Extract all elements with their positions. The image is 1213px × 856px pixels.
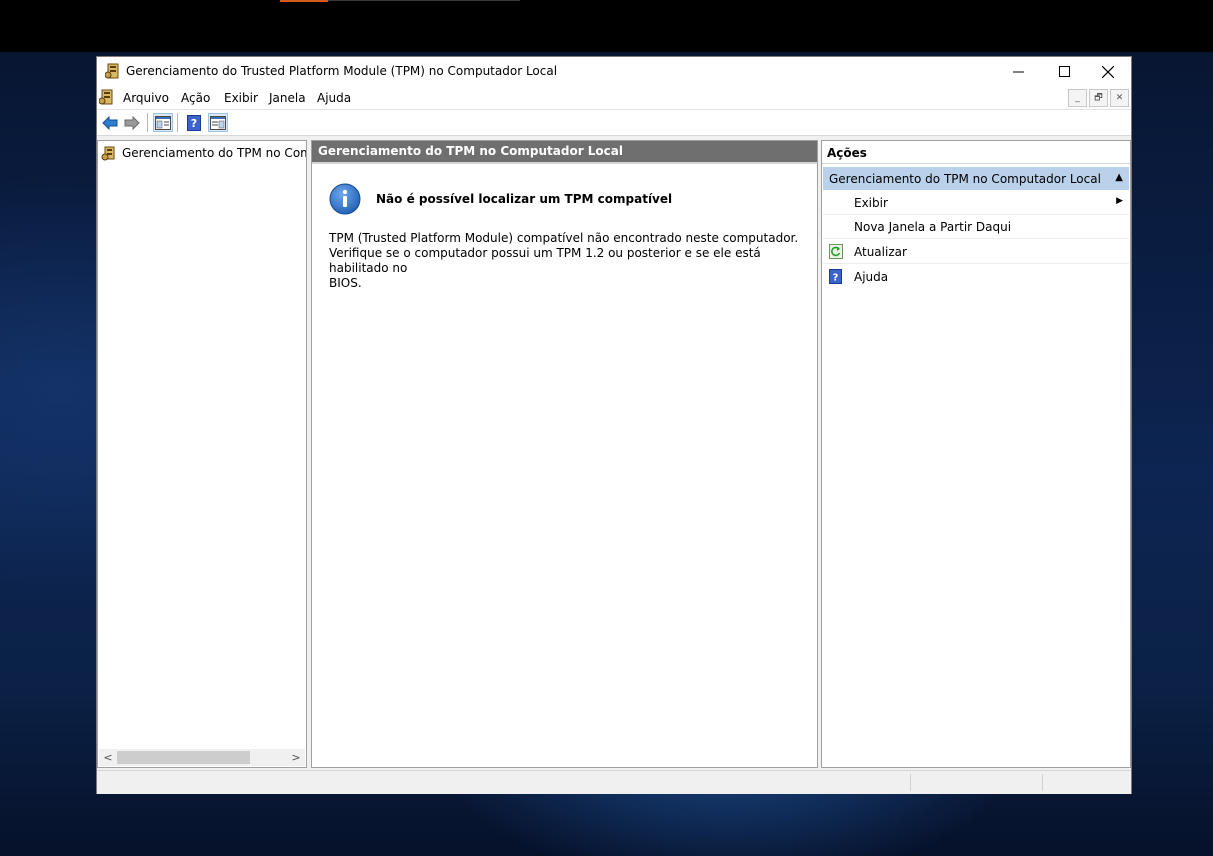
tree-horizontal-scrollbar[interactable]: < > — [99, 749, 305, 766]
close-icon — [1102, 65, 1114, 78]
status-separator — [910, 774, 911, 791]
mdi-controls: _ 🗗 ✕ — [1068, 89, 1129, 107]
back-arrow-icon — [102, 115, 118, 130]
maximize-icon — [1058, 66, 1070, 77]
svg-text:?: ? — [833, 273, 839, 284]
back-button[interactable] — [100, 113, 120, 132]
action-label: Exibir — [854, 196, 888, 210]
toolbar-separator — [147, 113, 148, 132]
show-hide-console-tree-icon — [155, 115, 171, 130]
message-body: TPM (Trusted Platform Module) compatível… — [329, 231, 799, 291]
minimize-icon — [1012, 71, 1024, 73]
close-button[interactable] — [1085, 57, 1131, 86]
forward-arrow-icon — [124, 115, 140, 130]
actions-pane-header: Ações — [822, 141, 1130, 164]
status-separator — [1042, 774, 1043, 791]
taskbar-strip — [328, 0, 520, 1]
help-icon: ? — [829, 269, 842, 284]
menu-arquivo[interactable]: Arquivo — [123, 91, 169, 105]
mdi-close-button[interactable]: ✕ — [1110, 89, 1129, 107]
actions-section-header[interactable]: Gerenciamento do TPM no Computador Local… — [823, 167, 1129, 190]
client-area: Gerenciamento do TPM no Compu < > Gerenc… — [97, 136, 1131, 770]
actions-pane: Ações Gerenciamento do TPM no Computador… — [821, 140, 1131, 768]
menu-bar: Arquivo Ação Exibir Janela Ajuda _ 🗗 ✕ — [97, 86, 1131, 109]
actions-section-title: Gerenciamento do TPM no Computador Local — [829, 172, 1101, 186]
action-ajuda[interactable]: ? Ajuda — [823, 265, 1129, 289]
maximize-button[interactable] — [1041, 57, 1087, 86]
message-body-line: BIOS. — [329, 276, 362, 290]
mdi-minimize-button[interactable]: _ — [1068, 89, 1087, 107]
console-tree-pane: Gerenciamento do TPM no Compu < > — [97, 140, 307, 768]
message-body-line: TPM (Trusted Platform Module) compatível… — [329, 231, 799, 245]
toolbar-separator — [177, 113, 178, 132]
tpm-app-icon — [105, 63, 119, 79]
help-toolbar-button[interactable]: ? — [184, 113, 204, 132]
minimize-button[interactable] — [995, 57, 1041, 86]
svg-text:?: ? — [191, 117, 197, 130]
result-pane-header: Gerenciamento do TPM no Computador Local — [312, 141, 817, 164]
mmc-window: Gerenciamento do Trusted Platform Module… — [97, 57, 1131, 794]
title-bar[interactable]: Gerenciamento do Trusted Platform Module… — [97, 57, 1131, 86]
tpm-snapin-icon — [101, 146, 115, 161]
scrollbar-thumb[interactable] — [117, 751, 250, 764]
mdi-restore-button[interactable]: 🗗 — [1089, 89, 1108, 107]
tree-item-label: Gerenciamento do TPM no Compu — [122, 146, 306, 160]
menu-acao[interactable]: Ação — [181, 91, 210, 105]
menu-exibir[interactable]: Exibir — [224, 91, 258, 105]
forward-button[interactable] — [122, 113, 142, 132]
action-exibir[interactable]: Exibir ▶ — [823, 191, 1129, 215]
window-title: Gerenciamento do Trusted Platform Module… — [126, 64, 558, 78]
action-atualizar[interactable]: Atualizar — [823, 240, 1129, 264]
top-taskbar — [0, 0, 1213, 52]
collapse-icon[interactable]: ▲ — [1115, 172, 1123, 183]
scroll-left-icon[interactable]: < — [102, 749, 114, 766]
show-hide-action-pane-icon — [210, 115, 226, 130]
show-hide-action-pane-button[interactable] — [208, 113, 228, 132]
scroll-right-icon[interactable]: > — [290, 749, 302, 766]
action-nova-janela[interactable]: Nova Janela a Partir Daqui — [823, 215, 1129, 239]
status-bar — [97, 770, 1131, 794]
submenu-arrow-icon: ▶ — [1116, 196, 1123, 206]
action-label: Ajuda — [854, 270, 889, 284]
refresh-icon — [829, 244, 843, 259]
menu-ajuda[interactable]: Ajuda — [317, 91, 351, 105]
help-icon: ? — [187, 114, 201, 131]
show-hide-console-tree-button[interactable] — [153, 113, 173, 132]
tree-item-tpm-root[interactable]: Gerenciamento do TPM no Compu — [101, 144, 306, 162]
action-label: Nova Janela a Partir Daqui — [854, 220, 1012, 234]
result-pane-title: Gerenciamento do TPM no Computador Local — [318, 144, 623, 158]
info-icon — [329, 183, 361, 215]
menu-janela[interactable]: Janela — [269, 91, 306, 105]
taskbar-accent — [280, 0, 328, 2]
tpm-menu-icon[interactable] — [99, 89, 115, 105]
message-body-line: Verifique se o computador possui um TPM … — [329, 246, 761, 275]
action-label: Atualizar — [854, 245, 907, 259]
result-pane: Gerenciamento do TPM no Computador Local… — [311, 140, 818, 768]
actions-title: Ações — [827, 146, 867, 160]
message-title: Não é possível localizar um TPM compatív… — [376, 192, 673, 206]
toolbar: ? — [97, 109, 1131, 136]
